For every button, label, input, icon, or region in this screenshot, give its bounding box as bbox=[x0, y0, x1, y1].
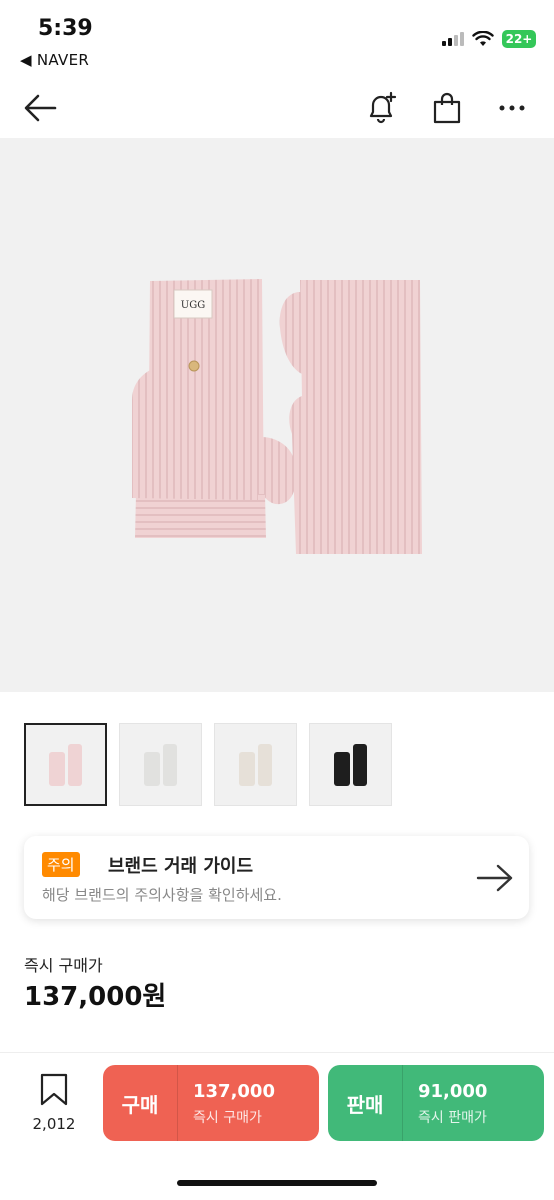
thumbnail-glove-right bbox=[68, 743, 82, 786]
thumbnail-cream[interactable] bbox=[214, 723, 297, 806]
status-time: 5:39 bbox=[38, 16, 93, 41]
wishlist-button[interactable]: 2,012 bbox=[24, 1073, 84, 1133]
wifi-icon bbox=[472, 31, 494, 46]
caution-tag: 주의 bbox=[42, 852, 80, 877]
wishlist-count: 2,012 bbox=[32, 1115, 76, 1133]
thumbnail-glove-right bbox=[353, 743, 367, 786]
buy-price: 137,000 bbox=[193, 1081, 275, 1102]
back-button[interactable] bbox=[20, 88, 60, 128]
mitten-gloves-illustration: UGG bbox=[132, 279, 422, 554]
thumbnail-light-grey[interactable] bbox=[119, 723, 202, 806]
arrow-right-icon bbox=[476, 864, 513, 892]
brand-label-text: UGG bbox=[181, 300, 205, 311]
back-to-app-link[interactable]: ◀ NAVER bbox=[20, 51, 89, 69]
bell-plus-icon bbox=[369, 91, 397, 124]
buy-label: 구매 bbox=[103, 1065, 178, 1141]
thumbnail-black[interactable] bbox=[309, 723, 392, 806]
status-bar: 5:39 ◀ NAVER 22+ bbox=[0, 0, 554, 80]
sell-price: 91,000 bbox=[418, 1081, 488, 1102]
buy-subtitle: 즉시 구매가 bbox=[193, 1110, 262, 1126]
sell-subtitle: 즉시 판매가 bbox=[418, 1110, 487, 1126]
bottom-action-bar: 2,012 구매 137,000 즉시 구매가 판매 91,000 즉시 판매가 bbox=[0, 1052, 554, 1200]
buy-button[interactable]: 구매 137,000 즉시 구매가 bbox=[103, 1065, 319, 1141]
bookmark-icon bbox=[40, 1073, 68, 1106]
more-button[interactable] bbox=[492, 88, 532, 128]
alert-add-button[interactable] bbox=[362, 88, 402, 128]
instant-buy-price-label: 즉시 구매가 bbox=[24, 956, 103, 975]
sell-label: 판매 bbox=[328, 1065, 403, 1141]
shopping-bag-button[interactable] bbox=[427, 88, 467, 128]
instant-buy-price: 137,000원 bbox=[24, 982, 167, 1012]
thumbnail-glove-left bbox=[49, 751, 65, 786]
thumbnail-pink[interactable] bbox=[24, 723, 107, 806]
thumbnail-strip bbox=[24, 723, 392, 806]
more-dots-icon bbox=[499, 105, 525, 111]
sell-button[interactable]: 판매 91,000 즉시 판매가 bbox=[328, 1065, 544, 1141]
battery-icon: 22+ bbox=[502, 30, 536, 48]
thumbnail-glove-left bbox=[334, 751, 350, 786]
arrow-left-icon bbox=[24, 94, 57, 122]
product-image[interactable]: UGG bbox=[0, 138, 554, 692]
thumbnail-glove-left bbox=[144, 751, 160, 786]
brand-guide-card[interactable]: 주의 브랜드 거래 가이드 해당 브랜드의 주의사항을 확인하세요. bbox=[24, 836, 529, 919]
thumbnail-glove-left bbox=[239, 751, 255, 786]
shopping-bag-icon bbox=[433, 92, 461, 124]
cellular-signal-icon bbox=[442, 32, 464, 46]
guide-subtitle: 해당 브랜드의 주의사항을 확인하세요. bbox=[42, 886, 282, 904]
nav-bar bbox=[0, 80, 554, 136]
guide-arrow-button[interactable] bbox=[475, 860, 515, 896]
thumbnail-glove-right bbox=[163, 743, 177, 786]
status-icons: 22+ bbox=[442, 30, 536, 48]
guide-title: 브랜드 거래 가이드 bbox=[108, 856, 254, 877]
thumbnail-glove-right bbox=[258, 743, 272, 786]
home-indicator bbox=[177, 1180, 377, 1186]
